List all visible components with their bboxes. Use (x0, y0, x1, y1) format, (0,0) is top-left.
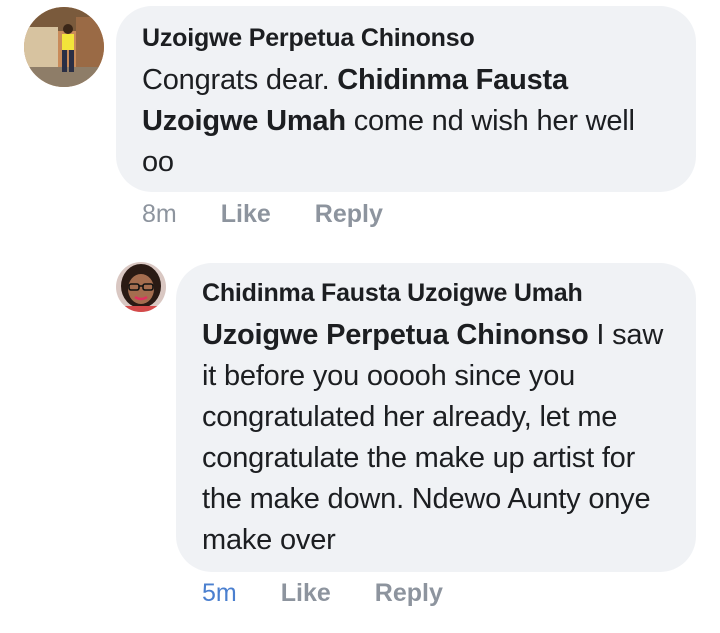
mention-link[interactable]: Uzoigwe Perpetua Chinonso (202, 319, 589, 351)
profile-photo-icon (116, 262, 166, 312)
comment-author[interactable]: Uzoigwe Perpetua Chinonso (142, 22, 666, 54)
avatar-chidinma-fausta[interactable] (116, 262, 166, 312)
avatar-uzoigwe-perpetua[interactable] (24, 7, 104, 87)
comment-bubble: Uzoigwe Perpetua Chinonso Congrats dear.… (116, 6, 696, 192)
comment-author[interactable]: Chidinma Fausta Uzoigwe Umah (202, 277, 670, 309)
comment-timestamp[interactable]: 5m (202, 579, 237, 608)
comment-timestamp[interactable]: 8m (142, 200, 177, 229)
profile-photo-icon (24, 7, 104, 87)
comment-text-part: I saw it before you ooooh since you cong… (202, 319, 664, 556)
reply-bubble: Chidinma Fausta Uzoigwe Umah Uzoigwe Per… (176, 263, 696, 572)
reply-button[interactable]: Reply (315, 200, 383, 229)
comment-text: Uzoigwe Perpetua Chinonso I saw it befor… (202, 315, 670, 561)
comment-text-part: Congrats dear. (142, 64, 338, 96)
reply-button[interactable]: Reply (375, 579, 443, 608)
comment-actions: 8m Like Reply (142, 197, 427, 231)
comment-thread: Uzoigwe Perpetua Chinonso Congrats dear.… (0, 0, 720, 633)
like-button[interactable]: Like (221, 200, 271, 229)
comment-actions: 5m Like Reply (202, 576, 487, 610)
comment-text: Congrats dear. Chidinma Fausta Uzoigwe U… (142, 60, 666, 183)
like-button[interactable]: Like (281, 579, 331, 608)
